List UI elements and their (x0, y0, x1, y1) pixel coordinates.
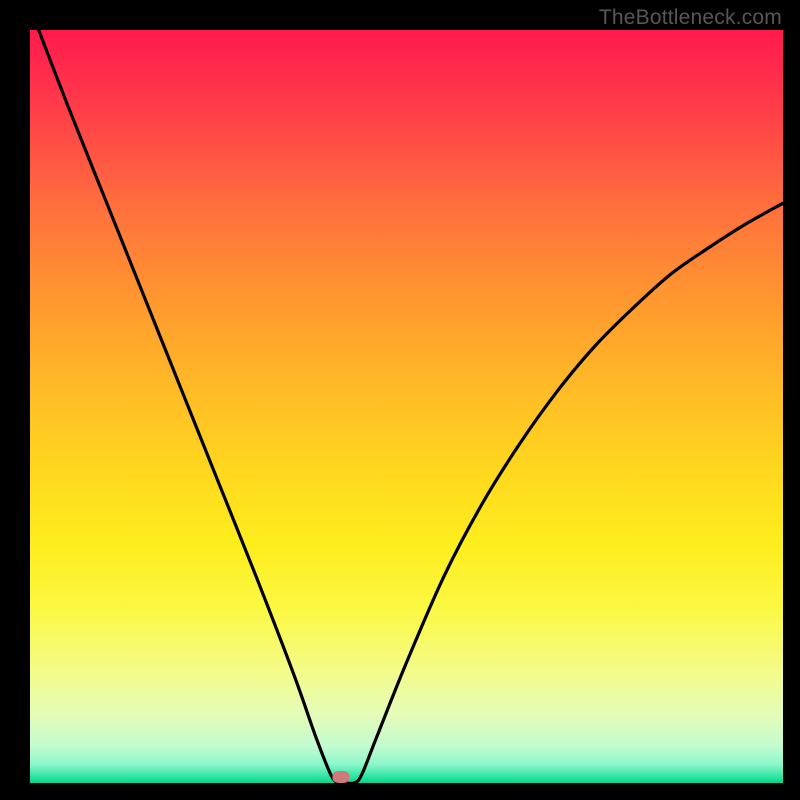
bottleneck-curve (30, 30, 783, 783)
watermark-text: TheBottleneck.com (599, 6, 782, 30)
optimal-point-marker (332, 771, 349, 783)
curve-path (30, 7, 783, 783)
plot-area (30, 30, 783, 783)
plot-frame (30, 30, 783, 783)
